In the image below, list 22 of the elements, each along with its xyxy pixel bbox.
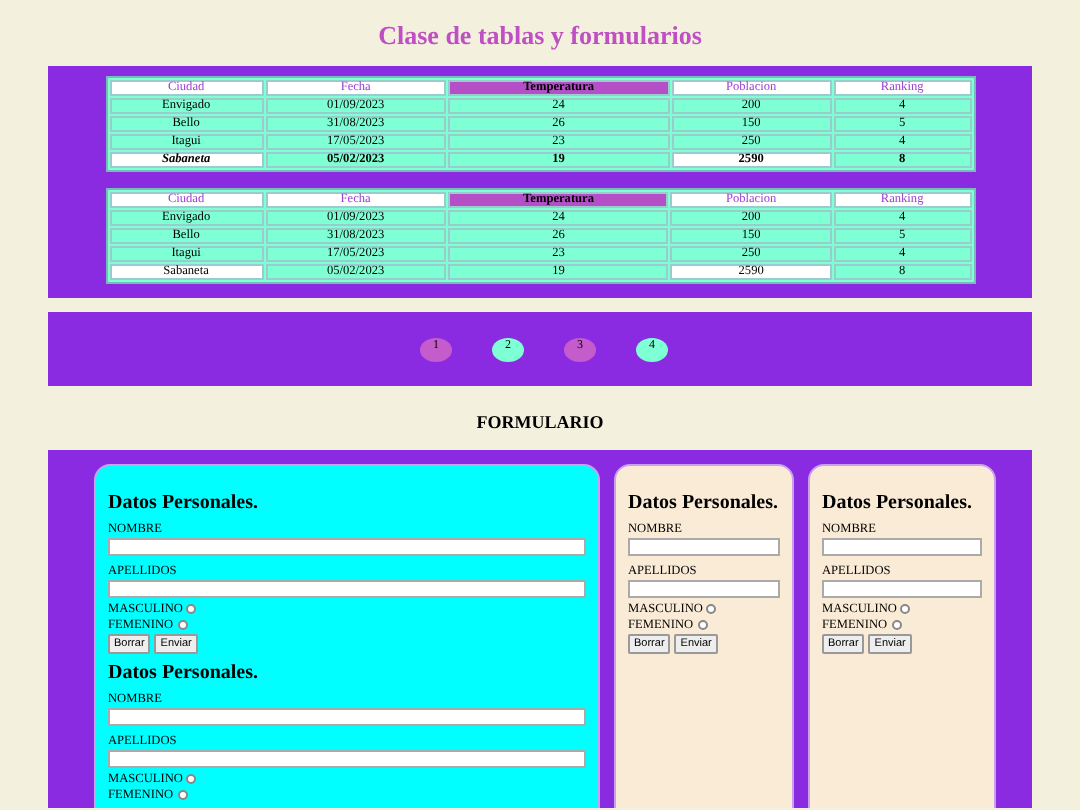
section-title: FORMULARIO <box>474 410 606 432</box>
input-field[interactable] <box>108 538 586 556</box>
radio-button[interactable] <box>900 603 911 613</box>
input-field[interactable] <box>628 538 780 556</box>
radio-button[interactable] <box>186 773 197 783</box>
input-field[interactable] <box>108 750 586 768</box>
form-heading: Datos Personales. <box>628 492 780 516</box>
form-heading: Datos Personales. <box>822 492 974 516</box>
page-title: Clase de tablas y formularios <box>376 18 704 52</box>
input-field[interactable] <box>108 708 586 726</box>
form-heading: Datos Personales. <box>108 662 260 686</box>
radio-button[interactable] <box>891 619 902 629</box>
radio-button[interactable] <box>177 619 188 629</box>
radio-button[interactable] <box>186 603 197 613</box>
radio-button[interactable] <box>177 789 188 799</box>
form-heading: Datos Personales. <box>108 492 260 516</box>
radio-button[interactable] <box>706 603 717 613</box>
input-field[interactable] <box>628 580 780 598</box>
input-field[interactable] <box>108 580 586 598</box>
input-field[interactable] <box>822 580 982 598</box>
radio-button[interactable] <box>697 619 708 629</box>
input-field[interactable] <box>822 538 982 556</box>
